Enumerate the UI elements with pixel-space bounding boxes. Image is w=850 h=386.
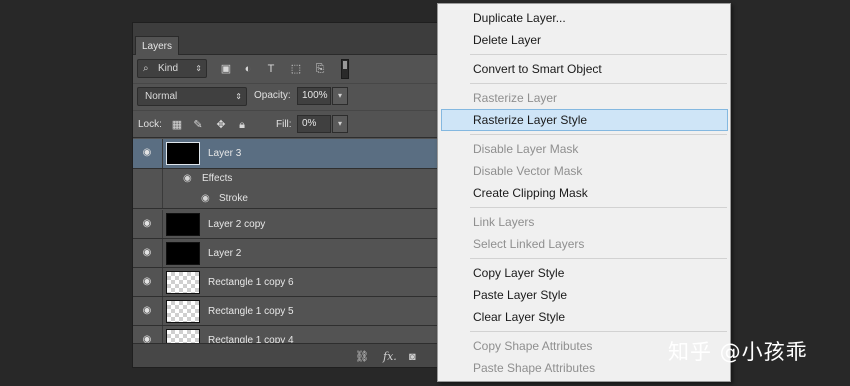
layer-row-layer-3[interactable]: ◉ Layer 3 (133, 139, 443, 169)
opacity-dropdown-button[interactable]: ▾ (332, 87, 348, 105)
layer-name: Layer 2 copy (208, 219, 266, 230)
menu-separator (470, 54, 727, 55)
opacity-input[interactable]: 100% (297, 87, 331, 105)
divider (162, 189, 163, 208)
eye-visibility-icon[interactable]: ◉ (141, 276, 153, 288)
add-mask-icon[interactable]: ◙ (409, 350, 416, 364)
menu-separator (470, 258, 727, 259)
menu-item-link-layers: Link Layers (473, 215, 535, 229)
menu-separator (470, 331, 727, 332)
lock-label: Lock: (138, 119, 162, 130)
shape-filter-icon[interactable]: ⬚ (289, 62, 303, 76)
layer-thumbnail (166, 242, 200, 265)
menu-item-create-clipping-mask[interactable]: Create Clipping Mask (438, 182, 730, 204)
menu-item-clear-layer-style[interactable]: Clear Layer Style (438, 306, 730, 328)
pixel-filter-icon[interactable]: ▣ (219, 62, 233, 76)
layer-name: Layer 2 (208, 248, 242, 259)
layer-thumbnail (166, 213, 200, 236)
divider (162, 239, 163, 267)
eye-visibility-icon[interactable]: ◉ (141, 218, 153, 230)
menu-item-rasterize-layer-style[interactable]: Rasterize Layer Style (441, 109, 728, 131)
menu-separator (470, 207, 727, 208)
layer-row-rectangle-1-copy-6[interactable]: ◉ Rectangle 1 copy 6 (133, 268, 443, 297)
layers-list: ◉ Layer 3 ◉ Effects ◉ Stroke ◉ Layer 2 c… (133, 139, 443, 343)
layer-thumbnail (166, 271, 200, 294)
lock-row: Lock: ▦ ✎ ✥ 🔒︎ Fill: 0% ▾ (133, 110, 443, 138)
kind-filter-select[interactable]: ⌕ Kind ⇕ (137, 59, 207, 78)
updown-arrows-icon: ⇕ (235, 92, 242, 101)
lock-position-icon[interactable]: ✥ (214, 118, 228, 132)
blend-mode-value: Normal (145, 91, 178, 102)
adjustment-filter-icon[interactable]: ◐ (241, 62, 255, 76)
divider (162, 139, 163, 168)
divider (162, 210, 163, 238)
effects-label: Effects (202, 173, 233, 184)
divider (162, 326, 163, 343)
layer-context-menu: Duplicate Layer... Delete Layer Convert … (437, 3, 731, 382)
divider (162, 268, 163, 296)
layers-panel: Layers ⌕ Kind ⇕ ▣ ◐ T ⬚ ⎘ Normal ⇕ Opaci… (132, 22, 444, 368)
opacity-label: Opacity: (254, 90, 291, 101)
menu-item-copy-layer-style[interactable]: Copy Layer Style (438, 262, 730, 284)
divider (162, 297, 163, 325)
tab-layers[interactable]: Layers (135, 36, 180, 55)
lock-transparent-pixels-icon[interactable]: ▦ (170, 118, 184, 132)
layer-name: Rectangle 1 copy 5 (208, 306, 294, 317)
menu-item-rasterize-layer: Rasterize Layer (473, 91, 558, 105)
layer-row-layer-2-copy[interactable]: ◉ Layer 2 copy (133, 210, 443, 239)
stroke-effect-label: Stroke (219, 193, 248, 204)
layer-name: Layer 3 (208, 148, 242, 159)
divider (162, 169, 163, 189)
menu-item-paste-layer-style[interactable]: Paste Layer Style (438, 284, 730, 306)
layer-row-layer-2[interactable]: ◉ Layer 2 (133, 239, 443, 268)
blend-row: Normal ⇕ Opacity: 100% ▾ (133, 83, 443, 109)
effects-row[interactable]: ◉ Effects (133, 169, 443, 189)
eye-visibility-icon[interactable]: ◉ (183, 173, 195, 185)
menu-item-disable-vector-mask: Disable Vector Mask (473, 164, 583, 178)
menu-separator (470, 134, 727, 135)
search-icon: ⌕ (143, 63, 149, 74)
layer-name: Rectangle 1 copy 6 (208, 277, 294, 288)
link-layers-icon[interactable]: ⛓ (355, 350, 369, 364)
menu-item-select-linked-layers: Select Linked Layers (473, 237, 585, 251)
menu-item-convert-to-smart-object[interactable]: Convert to Smart Object (438, 58, 730, 80)
layer-name: Rectangle 1 copy 4 (208, 335, 294, 343)
eye-visibility-icon[interactable]: ◉ (141, 334, 153, 343)
stroke-effect-row[interactable]: ◉ Stroke (133, 189, 443, 209)
kind-filter-label: Kind (158, 63, 179, 74)
fill-dropdown-button[interactable]: ▾ (332, 115, 348, 133)
type-filter-icon[interactable]: T (264, 62, 278, 76)
filter-toggle-switch[interactable] (341, 59, 349, 79)
menu-item-delete-layer[interactable]: Delete Layer (438, 29, 730, 51)
eye-visibility-icon[interactable]: ◉ (141, 247, 153, 259)
eye-visibility-icon[interactable]: ◉ (141, 147, 153, 159)
fill-input[interactable]: 0% (297, 115, 331, 133)
menu-separator (470, 83, 727, 84)
layer-thumbnail (166, 329, 200, 343)
smart-object-filter-icon[interactable]: ⎘ (313, 62, 327, 76)
fill-label: Fill: (276, 119, 292, 130)
panel-footer: ⛓ fx. ◙ (133, 343, 443, 367)
lock-all-icon[interactable]: 🔒︎ (235, 118, 249, 132)
eye-visibility-icon[interactable]: ◉ (141, 305, 153, 317)
eye-visibility-icon[interactable]: ◉ (201, 193, 213, 205)
panel-tab-bar: Layers (133, 23, 443, 55)
updown-arrows-icon: ⇕ (195, 64, 202, 73)
fx-icon[interactable]: fx. (383, 350, 397, 364)
blend-mode-select[interactable]: Normal ⇕ (137, 87, 247, 106)
watermark-text: 知乎 @小孩乖 (668, 340, 808, 364)
menu-item-disable-layer-mask: Disable Layer Mask (473, 142, 579, 156)
lock-image-pixels-icon[interactable]: ✎ (191, 118, 205, 132)
filter-row: ⌕ Kind ⇕ ▣ ◐ T ⬚ ⎘ (133, 56, 443, 82)
layer-thumbnail (166, 142, 200, 165)
menu-item-duplicate-layer[interactable]: Duplicate Layer... (438, 7, 730, 29)
layer-row-rectangle-1-copy-4[interactable]: ◉ Rectangle 1 copy 4 (133, 326, 443, 343)
layer-thumbnail (166, 300, 200, 323)
layer-row-rectangle-1-copy-5[interactable]: ◉ Rectangle 1 copy 5 (133, 297, 443, 326)
